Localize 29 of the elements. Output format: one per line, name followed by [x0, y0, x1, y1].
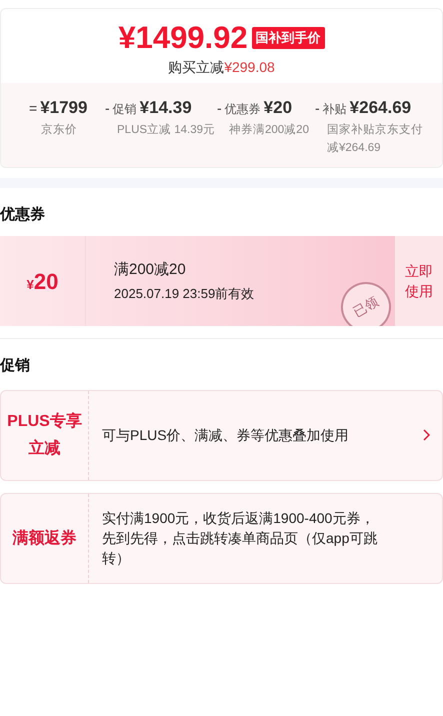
breakdown-note: 神券满200减20 [228, 122, 310, 138]
breakdown-note: 京东价 [40, 122, 78, 138]
breakdown-value: ¥14.39 [140, 97, 192, 119]
promotion-card[interactable]: PLUS专享立减 可与PLUS价、满减、券等优惠叠加使用 [0, 390, 443, 480]
promotion-text: 实付满1900元，收货后返满1900-400元券，先到先得，点击跳转凑单商品页（仅app可跳转） [102, 509, 378, 568]
chevron-right-icon [423, 429, 430, 441]
promotion-label: 满额返券 [12, 528, 76, 548]
operator-sign: - [315, 99, 320, 118]
breakdown-label: 优惠券 [224, 101, 261, 118]
operator-sign: - [217, 99, 222, 118]
breakdown-value: ¥264.69 [350, 97, 412, 119]
operator-sign: - [105, 99, 110, 118]
saving-text: 购买立减¥299.08 [168, 58, 275, 77]
promotion-label: PLUS专享立减 [6, 411, 83, 459]
breakdown-note: 国家补贴京东支付减¥264.69 [326, 122, 424, 156]
promotion-text: 可与PLUS价、满减、券等优惠叠加使用 [102, 426, 350, 445]
breakdown-note: PLUS立减 14.39元 [116, 122, 216, 138]
final-price: ¥1499.92 [118, 19, 248, 57]
breakdown-label: 促销 [112, 101, 137, 118]
operator-sign: = [29, 99, 38, 118]
coupon-amount: ¥20 [26, 268, 58, 296]
breakdown-label: 补贴 [322, 101, 347, 118]
breakdown-value: ¥20 [264, 97, 292, 119]
coupon-condition: 满200减20 [114, 260, 187, 280]
use-now-button[interactable]: 立即使用 [395, 236, 443, 326]
promotion-card[interactable]: 满额返券 实付满1900元，收货后返满1900-400元券，先到先得，点击跳转凑单商品页（仅app可跳转） [0, 492, 443, 584]
price-tag: 国补到手价 [252, 27, 325, 49]
breakdown-value: ¥1799 [40, 97, 88, 119]
coupon-expiry: 2025.07.19 23:59前有效 [114, 285, 254, 303]
